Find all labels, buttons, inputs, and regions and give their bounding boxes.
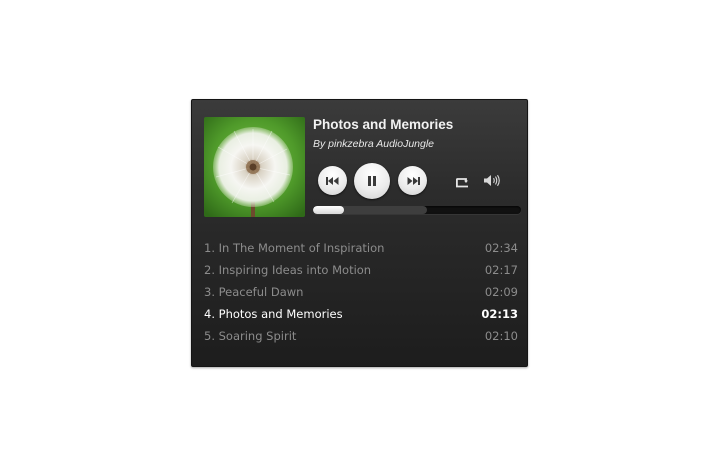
track-label: 4. Photos and Memories [204,307,343,321]
track-duration: 02:09 [484,285,518,299]
track-duration: 02:17 [484,263,518,277]
repeat-icon [456,178,468,188]
progress-played [313,206,345,214]
track-artist: By pinkzebra AudioJungle [313,138,435,150]
playlist-item[interactable]: 5. Soaring Spirit 02:10 [204,325,518,347]
track-label: 5. Soaring Spirit [204,329,297,343]
dandelion-image [204,117,305,217]
progress-bar[interactable] [313,206,521,214]
playlist-item[interactable]: 2. Inspiring Ideas into Motion 02:17 [204,259,518,281]
track-duration: 02:13 [481,307,518,321]
track-label: 2. Inspiring Ideas into Motion [204,263,372,277]
playlist: 1. In The Moment of Inspiration 02:34 2. I… [204,237,518,347]
track-duration: 02:34 [484,241,518,255]
audio-player: Photos and Memories By pinkzebra AudioJu… [191,99,528,367]
track-title: Photos and Memories [313,117,454,132]
track-label: 3. Peaceful Dawn [204,285,304,299]
rewind-icon [325,176,338,185]
track-label: 1. In The Moment of Inspiration [204,241,385,255]
playlist-item[interactable]: 4. Photos and Memories 02:13 [204,303,518,325]
previous-button[interactable] [318,166,347,195]
speaker-volume-icon [484,174,500,187]
pause-icon [368,176,376,186]
repeat-button[interactable] [455,175,470,193]
play-pause-button[interactable] [354,163,390,199]
fast-forward-icon [407,176,420,185]
track-duration: 02:10 [484,329,518,343]
volume-button[interactable] [484,174,502,192]
playlist-item[interactable]: 3. Peaceful Dawn 02:09 [204,281,518,303]
album-cover-image [204,117,305,217]
next-button[interactable] [398,166,427,195]
playlist-item[interactable]: 1. In The Moment of Inspiration 02:34 [204,237,518,259]
